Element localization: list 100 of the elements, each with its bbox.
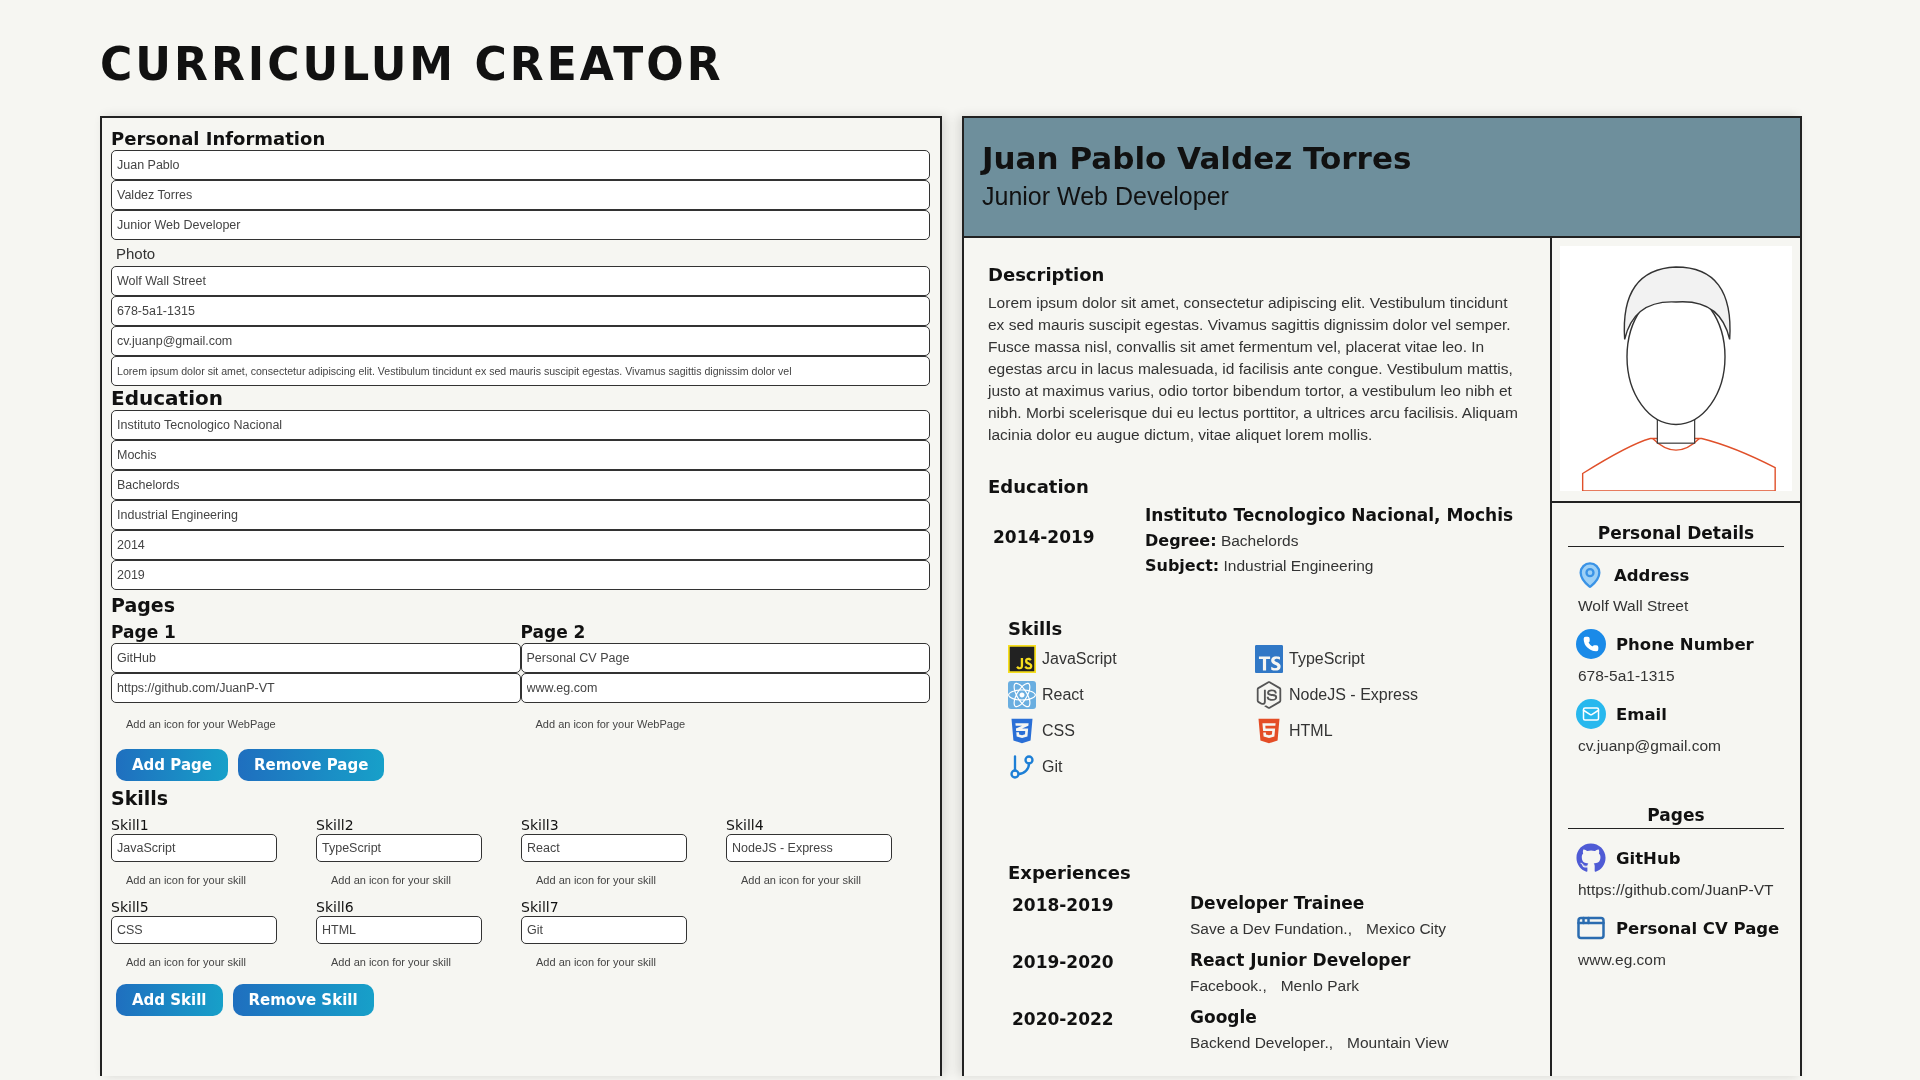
skill-name: HTML — [1289, 721, 1333, 740]
input-field[interactable]: TypeScript — [316, 833, 482, 862]
skill-label: Skill4 — [726, 815, 765, 834]
remove-page-button[interactable]: Remove Page — [237, 748, 385, 781]
skill-label: Skill1 — [111, 815, 150, 834]
degree-line: Degree: Bachelords — [1145, 530, 1300, 553]
input-field[interactable]: JavaScript — [111, 833, 277, 862]
job-title: Developer Trainee — [1190, 892, 1366, 916]
section-heading: Pages — [1568, 805, 1784, 829]
experience-years: 2019-2020 — [1011, 951, 1115, 975]
job-location: Menlo Park — [1280, 976, 1360, 997]
icon-hint: Add an icon for your skill — [740, 872, 862, 888]
section-heading: Experiences — [1008, 861, 1132, 884]
skill-label: Skill5 — [111, 897, 150, 916]
add-skill-button[interactable]: Add Skill — [116, 983, 223, 1016]
input-field[interactable]: 2014 — [111, 529, 930, 560]
skill-label: Skill2 — [316, 815, 355, 834]
section-heading: Skills — [1008, 618, 1064, 640]
skill-name: Git — [1042, 757, 1063, 776]
section-heading: Description — [988, 264, 1106, 286]
description-text: Lorem ipsum dolor sit amet, consectetur adipiscing elit. Vestibulum tincidunt ex sed mauris suscipit egestas. Vivamus sagittis dignissim dolor vel semper. Fusce massa nisl, convallis sit amet fermentum vel, placerat vitae leo. In egestas arcu in lacus malesuada, id facilisis ante congue. Vestibulum mattis, justo at maximus varius, odio tortor bibendum tortor, a vestibulum leo nibh et nibh. Morbi scelerisque dui eu lectus porttitor, a ultrices arcu facilisis. Aliquam lacinia dolor eu augue dictum, vitae aliquet lorem mollis. — [988, 292, 1519, 445]
js-logo-icon — [1008, 644, 1036, 673]
skill-label: Skill3 — [521, 815, 560, 834]
phone-icon — [1576, 629, 1606, 659]
skill-name: TypeScript — [1289, 649, 1365, 668]
page-name: GitHub — [1616, 848, 1681, 868]
input-field[interactable]: 678-5a1-1315 — [111, 295, 930, 326]
skill-name: CSS — [1042, 721, 1075, 740]
input-field[interactable]: Industrial Engineering — [111, 499, 930, 530]
input-field[interactable]: HTML — [316, 915, 482, 944]
skill-label: Skill6 — [316, 897, 355, 916]
input-field[interactable]: Wolf Wall Street — [111, 265, 930, 296]
input-field[interactable]: Git — [521, 915, 687, 944]
github-icon — [1576, 843, 1606, 873]
icon-hint: Add an icon for your WebPage — [125, 716, 277, 732]
section-heading: Personal Details — [1568, 523, 1784, 547]
skill-name: JavaScript — [1042, 649, 1117, 668]
page-url: https://github.com/JuanP-VT — [1577, 880, 1775, 899]
page-url: www.eg.com — [1577, 950, 1667, 969]
education-years: 2014-2019 — [992, 526, 1096, 550]
school-name: Instituto Tecnologico Nacional, Mochis — [1145, 504, 1514, 528]
cv-name: Juan Pablo Valdez Torres — [982, 140, 1413, 176]
input-field[interactable]: Personal CV Page — [520, 642, 930, 673]
icon-hint: Add an icon for your skill — [535, 872, 657, 888]
input-field[interactable]: Juan Pablo — [111, 149, 930, 180]
remove-skill-button[interactable]: Remove Skill — [232, 983, 374, 1016]
input-field[interactable]: 2019 — [111, 559, 930, 590]
cv-role: Junior Web Developer — [982, 182, 1230, 211]
detail-label: Phone Number — [1616, 634, 1754, 654]
icon-hint: Add an icon for your skill — [330, 872, 452, 888]
icon-hint: Add an icon for your skill — [125, 954, 247, 970]
app-title: CURRICULUM CREATOR — [100, 36, 725, 90]
input-field[interactable]: https://github.com/JuanP-VT — [111, 672, 521, 703]
icon-hint: Add an icon for your WebPage — [534, 716, 687, 732]
node-logo-icon — [1255, 680, 1283, 709]
input-field[interactable]: Bachelords — [111, 469, 930, 500]
detail-value: 678-5a1-1315 — [1577, 666, 1676, 685]
company-name: Backend Developer., — [1190, 1033, 1334, 1054]
section-heading: Personal Information — [111, 128, 327, 150]
detail-value: cv.juanp@gmail.com — [1577, 736, 1722, 755]
branch-icon — [1008, 752, 1036, 781]
input-field[interactable]: Instituto Tecnologico Nacional — [111, 409, 930, 440]
skill-name: NodeJS - Express — [1289, 685, 1418, 704]
mail-icon — [1576, 699, 1606, 729]
icon-hint: Add an icon for your skill — [330, 954, 452, 970]
input-field[interactable]: React — [521, 833, 687, 862]
section-heading: Pages — [111, 593, 177, 617]
detail-value: Wolf Wall Street — [1577, 596, 1690, 615]
icon-hint: Add an icon for your skill — [125, 872, 247, 888]
company-name: Facebook., — [1190, 976, 1267, 997]
input-field[interactable]: NodeJS - Express — [726, 833, 892, 862]
page-heading: Page 2 — [520, 622, 587, 643]
input-field[interactable]: cv.juanp@gmail.com — [111, 325, 930, 356]
job-location: Mountain View — [1347, 1033, 1449, 1054]
job-title: Google — [1190, 1006, 1258, 1030]
subject-line: Subject: Industrial Engineering — [1145, 555, 1375, 578]
add-page-button[interactable]: Add Page — [116, 748, 228, 781]
input-field[interactable]: GitHub — [111, 642, 521, 673]
detail-label: Email — [1616, 704, 1667, 724]
skill-label: Skill7 — [521, 897, 560, 916]
photo-label: Photo — [115, 243, 157, 264]
experience-years: 2020-2022 — [1011, 1008, 1115, 1032]
input-field[interactable]: Valdez Torres — [111, 179, 930, 210]
detail-label: Address — [1614, 565, 1690, 585]
page-heading: Page 1 — [111, 622, 177, 643]
job-location: Mexico City — [1366, 919, 1447, 940]
input-field[interactable]: CSS — [111, 915, 277, 944]
section-heading: Education — [988, 475, 1090, 498]
input-field[interactable]: Mochis — [111, 439, 930, 470]
input-field[interactable]: Junior Web Developer — [111, 209, 930, 240]
company-name: Save a Dev Fundation., — [1190, 919, 1352, 940]
input-field[interactable]: Lorem ipsum dolor sit amet, consectetur adipiscing elit. Vestibulum tincidunt ex sed mauris suscipit egestas. Vivamus sagittis dignissim dolor vel — [111, 355, 930, 386]
experience-years: 2018-2019 — [1011, 894, 1115, 918]
ts-logo-icon — [1255, 644, 1283, 673]
section-heading: Skills — [111, 786, 170, 810]
section-heading: Education — [111, 385, 224, 410]
input-field[interactable]: www.eg.com — [520, 672, 930, 703]
icon-hint: Add an icon for your skill — [535, 954, 657, 970]
skill-name: React — [1042, 685, 1084, 704]
page-name: Personal CV Page — [1616, 918, 1780, 938]
